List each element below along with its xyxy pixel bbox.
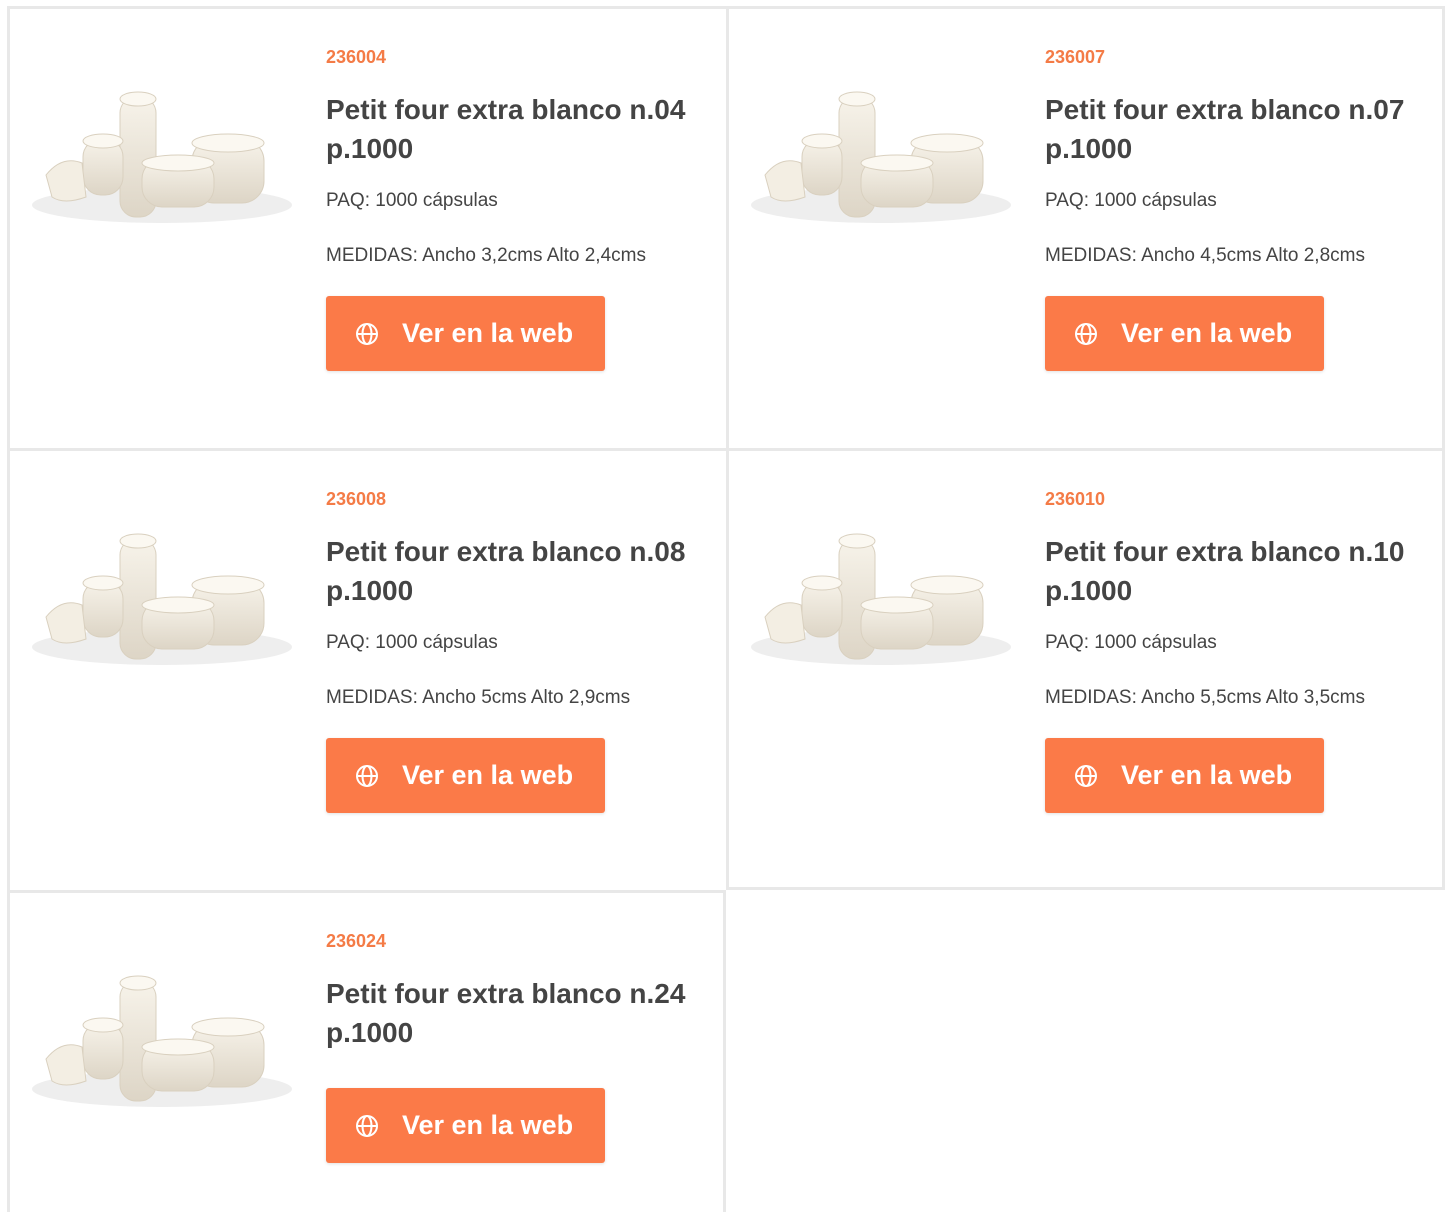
product-title: Petit four extra blanco n.04 p.1000 bbox=[326, 94, 686, 164]
product-info: 236007 Petit four extra blanco n.07 p.10… bbox=[1045, 46, 1425, 371]
view-on-web-button[interactable]: Ver en la web bbox=[326, 1088, 605, 1163]
product-code: 236008 bbox=[326, 489, 387, 509]
empty-grid-cell bbox=[726, 890, 1445, 1212]
product-info: 236024 Petit four extra blanco n.24 p.10… bbox=[326, 930, 706, 1163]
product-measures: MEDIDAS: Ancho 3,2cms Alto 2,4cms bbox=[326, 245, 646, 266]
globe-icon bbox=[356, 1114, 378, 1137]
product-package: PAQ: 1000 cápsulas bbox=[326, 190, 498, 211]
product-info: 236010 Petit four extra blanco n.10 p.10… bbox=[1045, 488, 1425, 813]
product-card: 236007 Petit four extra blanco n.07 p.10… bbox=[726, 6, 1445, 448]
product-measures: MEDIDAS: Ancho 5cms Alto 2,9cms bbox=[326, 687, 631, 708]
globe-icon bbox=[1075, 764, 1097, 787]
product-measures: MEDIDAS: Ancho 5,5cms Alto 3,5cms bbox=[1045, 687, 1365, 708]
view-on-web-button[interactable]: Ver en la web bbox=[1045, 738, 1324, 813]
view-on-web-button[interactable]: Ver en la web bbox=[326, 296, 605, 371]
button-label: Ver en la web bbox=[402, 760, 574, 790]
product-info: 236008 Petit four extra blanco n.08 p.10… bbox=[326, 488, 706, 813]
button-label: Ver en la web bbox=[402, 318, 574, 348]
product-image bbox=[743, 47, 1019, 231]
product-card: 236024 Petit four extra blanco n.24 p.10… bbox=[7, 890, 726, 1212]
product-measures: MEDIDAS: Ancho 4,5cms Alto 2,8cms bbox=[1045, 245, 1365, 266]
button-label: Ver en la web bbox=[1121, 760, 1293, 790]
product-card: 236004 Petit four extra blanco n.04 p.10… bbox=[7, 6, 726, 448]
product-title: Petit four extra blanco n.10 p.1000 bbox=[1045, 536, 1405, 606]
view-on-web-button[interactable]: Ver en la web bbox=[326, 738, 605, 813]
product-image bbox=[24, 47, 300, 231]
product-info: 236004 Petit four extra blanco n.04 p.10… bbox=[326, 46, 706, 371]
product-image bbox=[24, 931, 300, 1115]
view-on-web-button[interactable]: Ver en la web bbox=[1045, 296, 1324, 371]
product-code: 236010 bbox=[1045, 489, 1106, 509]
button-label: Ver en la web bbox=[1121, 318, 1293, 348]
product-image bbox=[24, 489, 300, 673]
product-code: 236007 bbox=[1045, 47, 1106, 67]
product-code: 236024 bbox=[326, 931, 387, 951]
product-title: Petit four extra blanco n.24 p.1000 bbox=[326, 978, 686, 1048]
product-image bbox=[743, 489, 1019, 673]
globe-icon bbox=[1075, 322, 1097, 345]
product-package: PAQ: 1000 cápsulas bbox=[326, 632, 498, 653]
product-code: 236004 bbox=[326, 47, 387, 67]
product-title: Petit four extra blanco n.07 p.1000 bbox=[1045, 94, 1405, 164]
product-title: Petit four extra blanco n.08 p.1000 bbox=[326, 536, 686, 606]
product-package: PAQ: 1000 cápsulas bbox=[1045, 190, 1217, 211]
product-card: 236010 Petit four extra blanco n.10 p.10… bbox=[726, 448, 1445, 890]
globe-icon bbox=[356, 764, 378, 787]
product-grid: 236004 Petit four extra blanco n.04 p.10… bbox=[7, 6, 1447, 1216]
globe-icon bbox=[356, 322, 378, 345]
button-label: Ver en la web bbox=[402, 1110, 574, 1140]
product-package: PAQ: 1000 cápsulas bbox=[1045, 632, 1217, 653]
product-card: 236008 Petit four extra blanco n.08 p.10… bbox=[7, 448, 726, 890]
